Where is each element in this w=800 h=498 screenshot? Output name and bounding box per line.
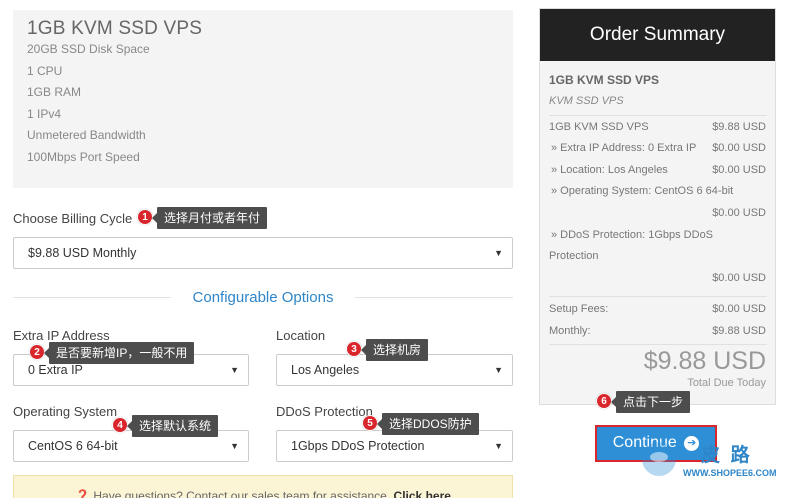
- dropdown-caret-icon: ▼: [494, 248, 503, 258]
- help-link[interactable]: Click here: [394, 489, 451, 498]
- callout-number: 3: [346, 341, 362, 357]
- location-label: Location: [276, 328, 326, 343]
- billing-cycle-select[interactable]: $9.88 USD Monthly ▼: [13, 237, 513, 269]
- watermark-url: WWW.SHOPEE6.COM: [683, 468, 777, 478]
- product-feature: Unmetered Bandwidth: [27, 128, 146, 142]
- summary-product-name: 1GB KVM SSD VPS: [549, 73, 660, 87]
- product-feature: 20GB SSD Disk Space: [27, 42, 150, 56]
- dropdown-caret-icon: ▼: [230, 441, 239, 451]
- dropdown-caret-icon: ▼: [230, 365, 239, 375]
- summary-line-text: » Operating System: CentOS 6 64-bit: [551, 185, 734, 197]
- question-circle-icon: ❓: [75, 489, 91, 498]
- summary-line-amount: $0.00 USD: [712, 164, 766, 176]
- order-summary-panel: Order Summary 1GB KVM SSD VPS KVM SSD VP…: [539, 8, 776, 405]
- configurable-options-heading: Configurable Options: [13, 288, 513, 308]
- dropdown-caret-icon: ▼: [494, 441, 503, 451]
- callout-number: 6: [596, 393, 612, 409]
- summary-line-text: » Location: Los Angeles: [551, 164, 668, 176]
- callout-text: 点击下一步: [610, 391, 691, 413]
- ddos-value: 1Gbps DDoS Protection: [291, 439, 425, 453]
- total-due-label: Total Due Today: [687, 377, 766, 389]
- callout-number: 1: [137, 209, 153, 225]
- setup-fees-amount: $0.00 USD: [712, 303, 766, 315]
- extra-ip-value: 0 Extra IP: [28, 363, 83, 377]
- order-summary-title: Order Summary: [540, 9, 775, 61]
- os-label: Operating System: [13, 404, 118, 419]
- ddos-label: DDoS Protection: [276, 404, 373, 419]
- dropdown-caret-icon: ▼: [494, 365, 503, 375]
- summary-line-amount: $0.00 USD: [712, 207, 766, 219]
- product-feature: 1GB RAM: [27, 85, 82, 99]
- sales-help-bar: ❓ Have questions? Contact our sales team…: [13, 475, 513, 498]
- summary-line-text: Protection: [549, 250, 599, 262]
- summary-product-group: KVM SSD VPS: [549, 95, 624, 107]
- extra-ip-label: Extra IP Address: [13, 328, 110, 343]
- configurable-options-title: Configurable Options: [192, 289, 334, 306]
- summary-line-amount: $0.00 USD: [712, 142, 766, 154]
- product-feature: 100Mbps Port Speed: [27, 150, 140, 164]
- summary-line-text: » Extra IP Address: 0 Extra IP: [551, 142, 697, 154]
- divider: [549, 115, 767, 116]
- location-value: Los Angeles: [291, 363, 360, 377]
- setup-fees-label: Setup Fees:: [549, 303, 609, 315]
- summary-line-amount: $0.00 USD: [712, 272, 766, 284]
- product-details: 1GB KVM SSD VPS 20GB SSD Disk Space 1 CP…: [13, 10, 513, 188]
- divider: [549, 344, 767, 345]
- divider: [549, 296, 767, 297]
- arrow-right-circle-icon: ➔: [684, 436, 700, 451]
- callout-number: 4: [112, 417, 128, 433]
- summary-line-text: » DDoS Protection: 1Gbps DDoS: [551, 229, 714, 241]
- help-text: Have questions? Contact our sales team f…: [93, 489, 391, 498]
- product-title: 1GB KVM SSD VPS: [27, 18, 203, 39]
- summary-line-amount: $9.88 USD: [712, 121, 766, 133]
- callout-text: 选择月付或者年付: [151, 207, 268, 229]
- callout-text: 选择机房: [360, 339, 429, 361]
- summary-line-text: 1GB KVM SSD VPS: [549, 121, 649, 133]
- product-feature: 1 IPv4: [27, 107, 62, 121]
- callout-text: 选择默认系统: [126, 415, 219, 437]
- callout-text: 是否要新增IP，一般不用: [43, 342, 195, 364]
- callout-text: 选择DDOS防护: [377, 413, 479, 435]
- os-value: CentOS 6 64-bit: [28, 439, 118, 453]
- billing-cycle-value: $9.88 USD Monthly: [28, 246, 137, 260]
- product-feature: 1 CPU: [27, 64, 63, 78]
- callout-number: 2: [29, 344, 45, 360]
- watermark-text: 皮 路: [701, 444, 752, 466]
- watermark-logo-icon: [642, 442, 676, 476]
- callout-number: 5: [362, 415, 378, 431]
- total-due-amount: $9.88 USD: [643, 347, 766, 375]
- billing-cycle-label: Choose Billing Cycle: [13, 211, 133, 226]
- monthly-label: Monthly:: [549, 325, 591, 337]
- monthly-amount: $9.88 USD: [712, 325, 766, 337]
